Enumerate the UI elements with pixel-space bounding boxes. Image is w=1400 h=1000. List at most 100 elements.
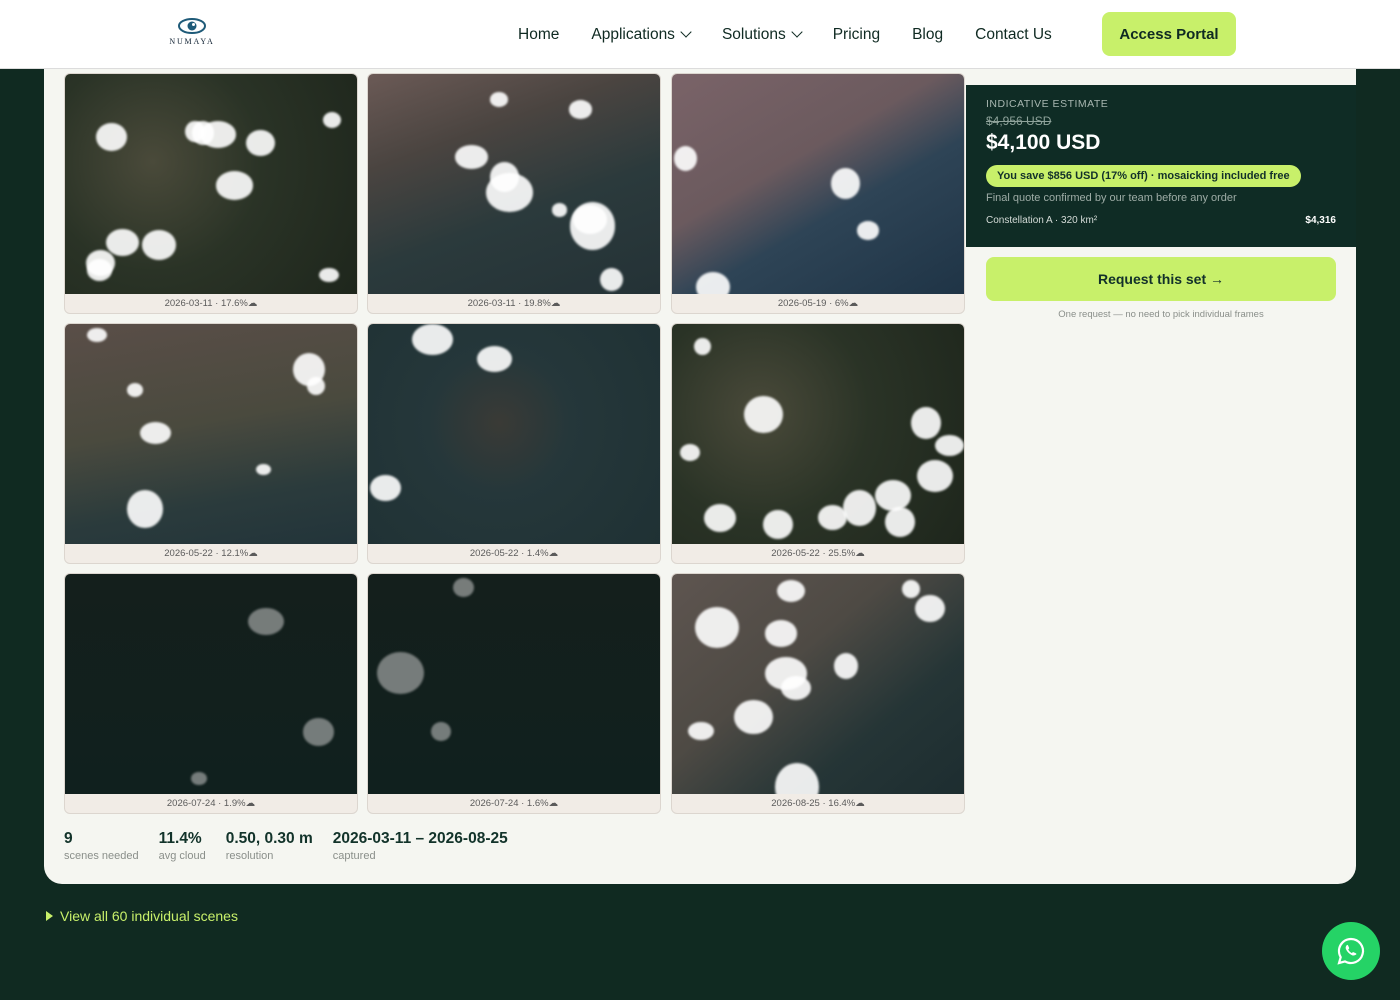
cloud-patch <box>318 267 339 283</box>
cloud-patch <box>453 578 474 598</box>
logo[interactable]: NUMAYA <box>168 16 216 50</box>
satellite-image <box>672 324 964 544</box>
line-price: $4,316 <box>1305 215 1336 226</box>
access-portal-button[interactable]: Access Portal <box>1102 12 1236 56</box>
cloud-patch <box>370 475 401 502</box>
cloud-patch <box>569 202 616 250</box>
scene-caption: 2026-05-22 · 25.5%☁ <box>771 548 865 559</box>
cloud-patch <box>857 221 879 240</box>
nav-pricing[interactable]: Pricing <box>833 26 880 44</box>
satellite-image <box>672 74 964 294</box>
cloud-patch <box>191 772 207 786</box>
scene-caption: 2026-05-22 · 1.4%☁ <box>469 548 559 559</box>
cloud-patch <box>568 100 592 119</box>
cloud-patch <box>817 505 847 530</box>
chevron-down-icon <box>680 26 692 38</box>
scene-tile[interactable]: 2026-05-19 · 6%☁ <box>671 73 965 314</box>
cloud-patch <box>696 272 731 294</box>
estimate-note: Final quote confirmed by our team before… <box>986 192 1237 204</box>
scene-tile[interactable]: 2026-05-22 · 1.4%☁ <box>367 323 661 564</box>
cloud-patch <box>874 480 911 512</box>
top-nav: NUMAYA Home Applications Solutions Prici… <box>0 0 1400 69</box>
cloud-patch <box>430 721 452 742</box>
cloud-patch <box>412 324 454 356</box>
scene-caption: 2026-03-11 · 19.8%☁ <box>467 298 561 309</box>
cloud-patch <box>843 489 877 526</box>
cloud-patch <box>915 594 945 623</box>
satellite-image <box>65 74 357 294</box>
cloud-patch <box>901 579 921 598</box>
chevron-down-icon <box>791 26 803 38</box>
scene-tile[interactable]: 2026-05-22 · 12.1%☁ <box>64 323 358 564</box>
scene-caption: 2026-08-25 · 16.4%☁ <box>771 798 865 809</box>
cloud-patch <box>777 580 806 603</box>
cloud-patch <box>127 383 144 397</box>
cloud-patch <box>192 121 215 145</box>
cloud-patch <box>833 653 859 679</box>
request-set-button[interactable]: Request this set → <box>986 257 1336 301</box>
estimate-label: INDICATIVE ESTIMATE <box>986 98 1109 110</box>
line-label: Constellation A · 320 km² <box>986 215 1098 226</box>
scene-tile[interactable]: 2026-05-22 · 25.5%☁ <box>671 323 965 564</box>
triangle-right-icon <box>46 911 53 921</box>
nav-home[interactable]: Home <box>518 26 559 44</box>
cloud-patch <box>303 718 335 746</box>
nav-links: Home Applications Solutions Pricing Blog… <box>518 0 1084 69</box>
satellite-image <box>65 574 357 794</box>
cloud-patch <box>704 503 737 532</box>
set-stats: 9 scenes needed 11.4% avg cloud 0.50, 0.… <box>64 830 528 862</box>
scene-set-card: 2026-03-11 · 17.6%☁ 2026-03-11 · 19.8%☁ 20… <box>44 40 1356 884</box>
cloud-patch <box>694 606 740 648</box>
view-all-scenes-toggle[interactable]: View all 60 individual scenes <box>46 908 238 924</box>
scene-tile[interactable]: 2026-07-24 · 1.6%☁ <box>367 573 661 814</box>
cloud-patch <box>323 111 342 128</box>
scene-caption: 2026-07-24 · 1.9%☁ <box>166 798 256 809</box>
cloud-patch <box>734 699 773 735</box>
cloud-patch <box>216 171 254 200</box>
nav-solutions[interactable]: Solutions <box>722 26 803 44</box>
satellite-image <box>368 74 660 294</box>
stat-scenes: 9 scenes needed <box>64 830 139 862</box>
request-note: One request — no need to pick individual… <box>1058 309 1264 320</box>
scene-tile[interactable]: 2026-03-11 · 17.6%☁ <box>64 73 358 314</box>
scene-tile[interactable]: 2026-08-25 · 16.4%☁ <box>671 573 965 814</box>
scene-caption: 2026-05-19 · 6%☁ <box>777 298 859 309</box>
stat-resolution: 0.50, 0.30 m resolution <box>225 830 313 862</box>
whatsapp-button[interactable] <box>1322 922 1380 980</box>
cloud-patch <box>763 510 793 540</box>
cloud-patch <box>694 337 711 356</box>
scene-tile[interactable]: 2026-03-11 · 19.8%☁ <box>367 73 661 314</box>
cloud-patch <box>96 122 127 152</box>
nav-blog[interactable]: Blog <box>912 26 943 44</box>
scene-caption: 2026-07-24 · 1.6%☁ <box>469 798 559 809</box>
cloud-patch <box>830 167 861 199</box>
cloud-patch <box>476 345 513 372</box>
cloud-patch <box>86 259 113 282</box>
estimate-panel: INDICATIVE ESTIMATE $4,956 USD $4,100 US… <box>966 85 1356 247</box>
cloud-patch <box>599 267 623 292</box>
estimate-line: Constellation A · 320 km² $4,316 <box>986 215 1336 226</box>
estimate-price: $4,100 USD <box>986 131 1101 154</box>
satellite-image <box>368 324 660 544</box>
cloud-patch <box>775 763 820 794</box>
stat-cloud: 11.4% avg cloud <box>158 830 206 862</box>
scene-tile[interactable]: 2026-07-24 · 1.9%☁ <box>64 573 358 814</box>
stat-captured: 2026-03-11 – 2026-08-25 captured <box>332 830 508 862</box>
cloud-patch <box>377 651 425 695</box>
cloud-patch <box>934 434 964 457</box>
cloud-patch <box>679 444 701 461</box>
cloud-patch <box>744 395 783 433</box>
cloud-patch <box>455 145 489 169</box>
cloud-patch <box>780 675 812 701</box>
cloud-patch <box>87 328 107 343</box>
cloud-patch <box>292 353 325 387</box>
cloud-patch <box>106 228 140 256</box>
satellite-image <box>368 574 660 794</box>
nav-contact[interactable]: Contact Us <box>975 26 1052 44</box>
cloud-patch <box>765 620 798 647</box>
satellite-image <box>65 324 357 544</box>
nav-applications[interactable]: Applications <box>591 26 692 44</box>
whatsapp-icon <box>1337 937 1365 965</box>
cloud-patch <box>489 161 519 192</box>
old-price: $4,956 USD <box>986 114 1052 128</box>
